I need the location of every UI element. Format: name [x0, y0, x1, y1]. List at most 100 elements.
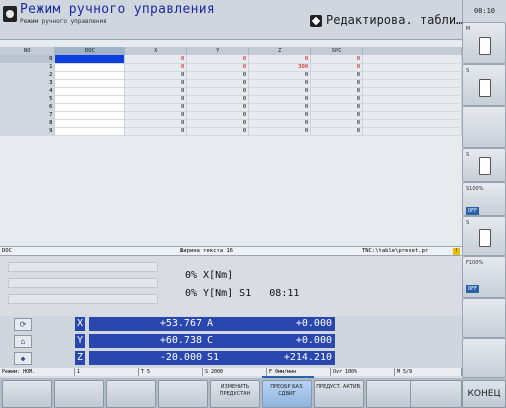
cell-y[interactable]: 0 — [186, 95, 250, 104]
cell-y[interactable]: 0 — [186, 71, 250, 80]
reference-icon[interactable]: ◆ — [14, 352, 32, 365]
cell-z[interactable]: 0 — [248, 55, 312, 64]
cell-filler[interactable] — [362, 95, 462, 104]
cell-doc[interactable] — [54, 71, 126, 80]
side-button-f100[interactable]: F100% OFF — [462, 256, 506, 298]
side-button-m[interactable]: M — [462, 22, 506, 64]
cell-filler[interactable] — [362, 71, 462, 80]
side-button-s2[interactable]: S — [462, 148, 506, 182]
column-header-z[interactable]: Z — [248, 47, 312, 55]
cell-spc[interactable]: 0 — [310, 127, 364, 136]
column-header-doc[interactable]: DOC — [54, 47, 126, 55]
table-row[interactable]: 40000 — [0, 87, 462, 96]
table-row[interactable]: 50000 — [0, 95, 462, 104]
refresh-icon[interactable]: ⟳ — [14, 318, 32, 331]
cell-doc[interactable] — [54, 103, 126, 112]
cell-x[interactable]: 0 — [124, 55, 188, 64]
handwheel-icon[interactable]: ⌂ — [14, 335, 32, 348]
cell-y[interactable]: 0 — [186, 119, 250, 128]
cell-x[interactable]: 0 — [124, 111, 188, 120]
cell-no[interactable]: 4 — [0, 87, 56, 96]
cell-no[interactable]: 7 — [0, 111, 56, 120]
cell-filler[interactable] — [362, 103, 462, 112]
cell-z[interactable]: 0 — [248, 103, 312, 112]
cell-spc[interactable]: 0 — [310, 119, 364, 128]
table-row[interactable]: 1 0 0 300 0 — [0, 63, 462, 72]
cell-no[interactable]: 3 — [0, 79, 56, 88]
cell-no[interactable]: 8 — [0, 119, 56, 128]
table-row[interactable]: 00000 — [0, 55, 462, 64]
cell-doc[interactable] — [54, 95, 126, 104]
softkey-8[interactable] — [366, 380, 416, 408]
side-button-blank-1[interactable] — [462, 298, 506, 338]
cell-no[interactable]: 1 — [0, 63, 56, 72]
cell-spc[interactable]: 0 — [310, 55, 364, 64]
cell-y[interactable]: 0 — [186, 111, 250, 120]
cell-z[interactable]: 0 — [248, 111, 312, 120]
table-row[interactable]: 70000 — [0, 111, 462, 120]
softkey-3[interactable] — [106, 380, 156, 408]
softkey-base-transform[interactable]: ПРЕОБР БАЗ. СДВИГ — [262, 380, 312, 408]
side-button-s[interactable]: S — [462, 64, 506, 106]
table-row[interactable]: 60000 — [0, 103, 462, 112]
cell-doc[interactable] — [54, 63, 126, 72]
column-header-x[interactable]: X — [124, 47, 188, 55]
cell-no[interactable]: 5 — [0, 95, 56, 104]
cell-spc[interactable]: 0 — [310, 71, 364, 80]
cell-x[interactable]: 0 — [124, 103, 188, 112]
column-header-no[interactable]: NO — [0, 47, 56, 55]
cell-x[interactable]: 0 — [124, 71, 188, 80]
cell-y[interactable]: 0 — [186, 127, 250, 136]
cell-no[interactable]: 9 — [0, 127, 56, 136]
cell-no[interactable]: 6 — [0, 103, 56, 112]
side-button-s3[interactable]: S — [462, 216, 506, 256]
cell-doc[interactable] — [54, 119, 126, 128]
cell-spc[interactable]: 0 — [310, 63, 364, 72]
softkey-2[interactable] — [54, 380, 104, 408]
cell-x[interactable]: 0 — [124, 127, 188, 136]
cell-y[interactable]: 0 — [186, 79, 250, 88]
cell-doc[interactable] — [54, 55, 126, 64]
table-row[interactable]: 90000 — [0, 127, 462, 136]
cell-spc[interactable]: 0 — [310, 111, 364, 120]
side-button-blank-2[interactable] — [462, 338, 506, 378]
side-button-empty[interactable] — [462, 106, 506, 148]
softkey-activate-preset[interactable]: ПРЕДУСТ. АКТИВ. — [314, 380, 364, 408]
cell-spc[interactable]: 0 — [310, 95, 364, 104]
cell-filler[interactable] — [362, 79, 462, 88]
column-header-y[interactable]: Y — [186, 47, 250, 55]
cell-x[interactable]: 0 — [124, 87, 188, 96]
cell-y[interactable]: 0 — [186, 87, 250, 96]
table-row[interactable]: 20000 — [0, 71, 462, 80]
softkey-9[interactable] — [410, 380, 462, 408]
cell-filler[interactable] — [362, 127, 462, 136]
table-row[interactable]: 80000 — [0, 119, 462, 128]
edit-mode-label[interactable]: Редактирова. табли… — [310, 13, 463, 30]
cell-y[interactable]: 0 — [186, 103, 250, 112]
cell-doc[interactable] — [54, 127, 126, 136]
cell-filler[interactable] — [362, 63, 462, 72]
cell-filler[interactable] — [362, 119, 462, 128]
cell-x[interactable]: 0 — [124, 119, 188, 128]
cell-filler[interactable] — [362, 87, 462, 96]
cell-z[interactable]: 0 — [248, 87, 312, 96]
side-button-s100[interactable]: S100% OFF — [462, 182, 506, 216]
column-header-spc[interactable]: SPC — [310, 47, 364, 55]
cell-y[interactable]: 0 — [186, 63, 250, 72]
table-row[interactable]: 30000 — [0, 79, 462, 88]
softkey-edit-preset[interactable]: ИЗМЕНИТЬ ПРЕДУСТАН — [210, 380, 260, 408]
cell-x[interactable]: 0 — [124, 63, 188, 72]
cell-x[interactable]: 0 — [124, 79, 188, 88]
cell-doc[interactable] — [54, 111, 126, 120]
cell-filler[interactable] — [362, 55, 462, 64]
cell-z[interactable]: 0 — [248, 71, 312, 80]
cell-z[interactable]: 300 — [248, 63, 312, 72]
cell-spc[interactable]: 0 — [310, 79, 364, 88]
cell-no[interactable]: 0 — [0, 55, 56, 64]
cell-z[interactable]: 0 — [248, 119, 312, 128]
end-button[interactable]: КОНЕЦ — [462, 380, 506, 408]
softkey-1[interactable] — [2, 380, 52, 408]
cell-z[interactable]: 0 — [248, 95, 312, 104]
cell-y[interactable]: 0 — [186, 55, 250, 64]
cell-no[interactable]: 2 — [0, 71, 56, 80]
